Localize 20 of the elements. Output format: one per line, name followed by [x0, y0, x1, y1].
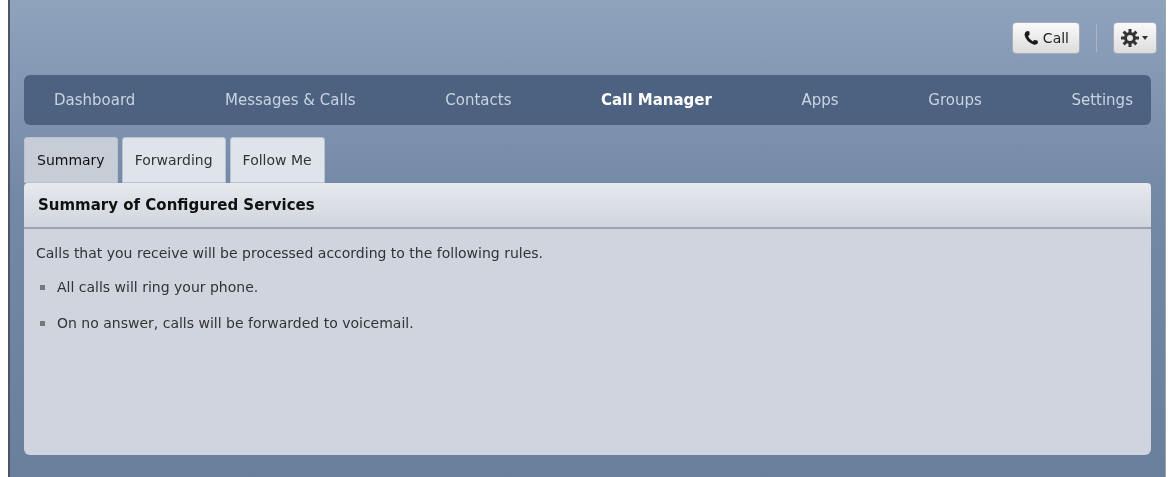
rule-text: All calls will ring your phone.: [57, 279, 259, 295]
nav-tab[interactable]: Dashboard: [54, 91, 136, 109]
nav-tab[interactable]: Messages & Calls: [225, 91, 356, 109]
gear-icon: [1120, 27, 1150, 48]
nav-tab[interactable]: Contacts: [445, 91, 512, 109]
phone-icon: [1022, 29, 1039, 46]
settings-button[interactable]: [1113, 21, 1157, 54]
sub-tab[interactable]: Forwarding: [121, 137, 226, 183]
panel-title: Summary of Configured Services: [38, 196, 315, 214]
nav-tab[interactable]: Groups: [928, 91, 982, 109]
bullet-icon: [40, 320, 45, 326]
rule-text: On no answer, calls will be forwarded to voicemail.: [57, 315, 414, 331]
nav-tab[interactable]: Settings: [1071, 91, 1133, 109]
sub-tab[interactable]: Follow Me: [229, 137, 325, 183]
nav-tab[interactable]: Call Manager: [601, 91, 712, 109]
bullet-icon: [40, 284, 45, 290]
sub-tab[interactable]: Summary: [24, 137, 118, 183]
nav-tab[interactable]: Apps: [801, 91, 839, 109]
intro-text: Calls that you receive will be processed according to the following rules.: [36, 245, 545, 261]
call-button[interactable]: Call: [1011, 21, 1080, 54]
